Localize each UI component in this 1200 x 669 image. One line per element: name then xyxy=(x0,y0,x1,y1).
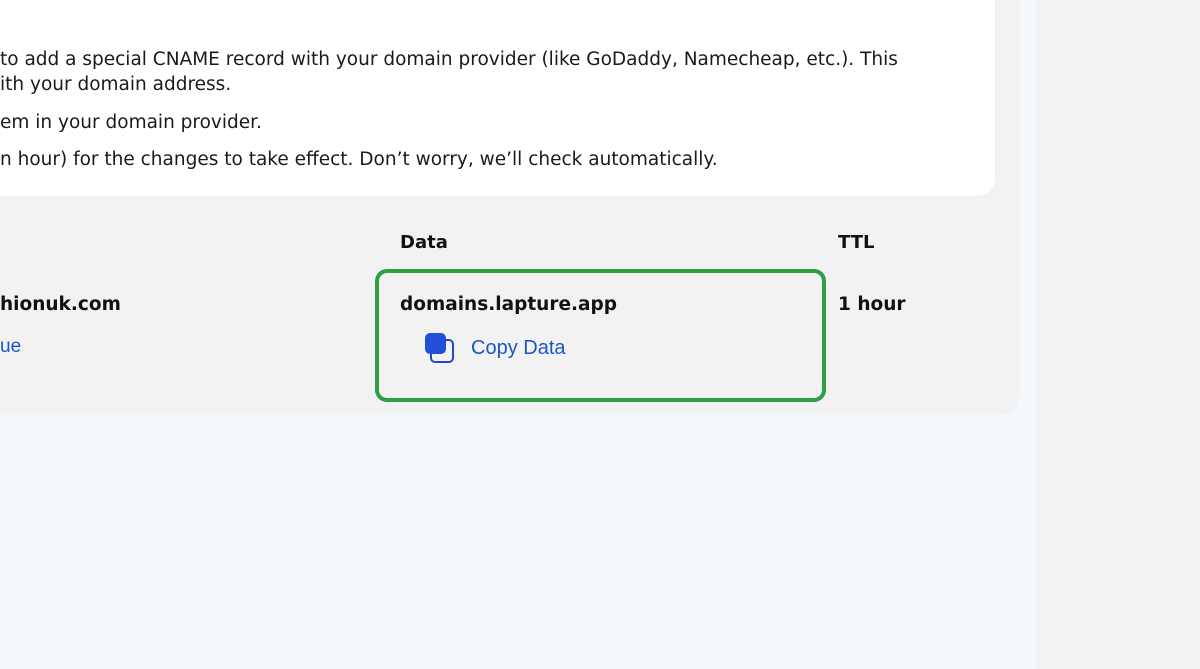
right-rail xyxy=(1036,0,1200,669)
instruction-line-4: n hour) for the changes to take effect. … xyxy=(0,149,718,170)
instruction-line-3: em in your domain provider. xyxy=(0,112,262,133)
record-ttl-value: 1 hour xyxy=(838,294,906,315)
dns-records-panel: to add a special CNAME record with your … xyxy=(0,0,1020,415)
column-header-ttl: TTL xyxy=(838,232,875,253)
copy-data-label: Copy Data xyxy=(471,336,566,359)
record-data-value: domains.lapture.app xyxy=(400,294,618,315)
copy-icon xyxy=(425,333,455,363)
instruction-line-1: to add a special CNAME record with your … xyxy=(0,49,898,70)
rail-divider xyxy=(1020,0,1036,669)
instructions-card: to add a special CNAME record with your … xyxy=(0,0,995,196)
copy-name-link[interactable]: ue xyxy=(0,336,21,358)
column-header-data: Data xyxy=(400,232,448,253)
copy-data-button[interactable]: Copy Data xyxy=(425,332,566,364)
instruction-line-2: ith your domain address. xyxy=(0,74,232,95)
record-name: hionuk.com xyxy=(0,294,121,315)
